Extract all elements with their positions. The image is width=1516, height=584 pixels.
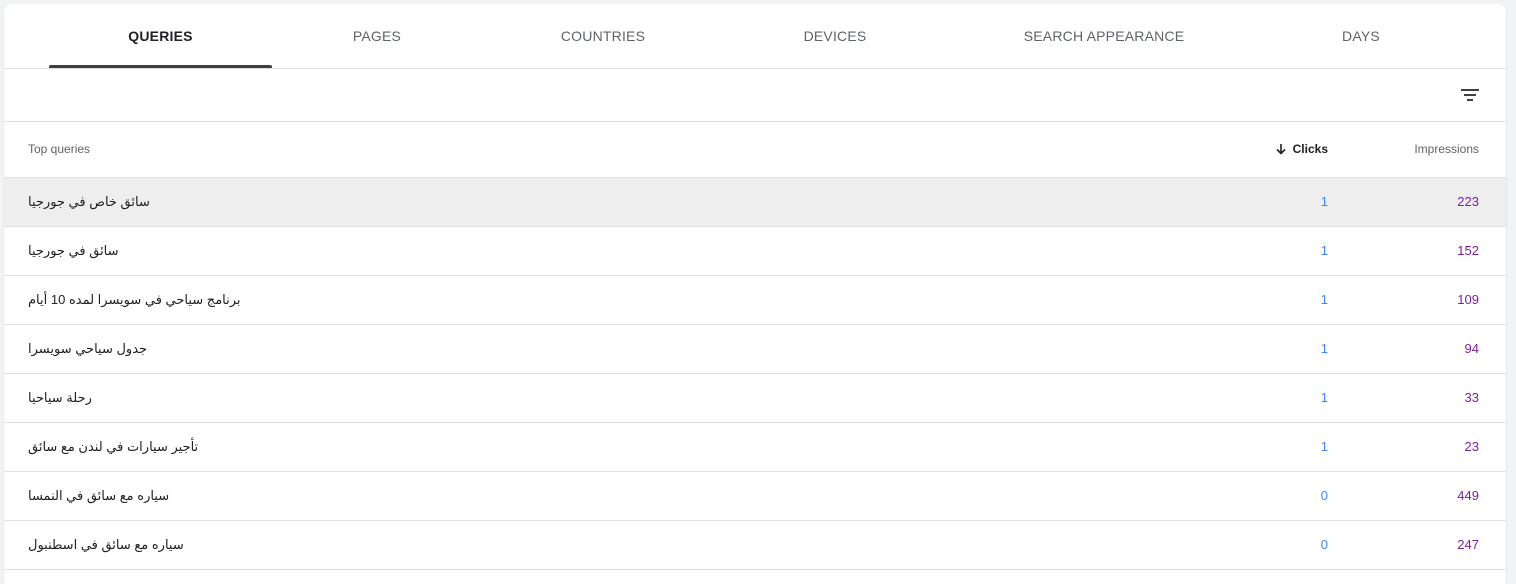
clicks-cell: 1 [1320, 341, 1328, 356]
query-table-body: سائق خاص في جورجيا 1 223 سائق في جورجيا … [4, 178, 1506, 570]
column-header-top-queries[interactable]: Top queries [28, 121, 90, 177]
tab-devices[interactable]: DEVICES [722, 4, 948, 68]
query-cell: رحلة سياحيا [28, 390, 92, 405]
query-cell: سائق خاص في جورجيا [28, 194, 150, 209]
impressions-cell: 23 [1464, 439, 1479, 454]
table-row[interactable]: سياره مع سائق في النمسا 0 449 [4, 472, 1506, 521]
impressions-cell: 449 [1457, 488, 1479, 503]
table-header: Top queries Clicks Impressions [4, 121, 1506, 178]
column-header-clicks-label: Clicks [1292, 142, 1328, 156]
impressions-cell: 152 [1457, 243, 1479, 258]
filter-button[interactable] [1454, 79, 1486, 111]
tab-days[interactable]: DAYS [1248, 4, 1474, 68]
clicks-cell: 1 [1320, 243, 1328, 258]
filter-list-icon [1461, 89, 1479, 101]
tab-search-appearance[interactable]: SEARCH APPEARANCE [974, 4, 1234, 68]
query-cell: سائق في جورجيا [28, 243, 119, 258]
active-tab-indicator [49, 65, 272, 68]
table-row[interactable]: سياره مع سائق في اسطنبول 0 247 [4, 521, 1506, 570]
impressions-cell: 223 [1457, 194, 1479, 209]
table-row[interactable]: تأجير سيارات في لندن مع سائق 1 23 [4, 423, 1506, 472]
dimension-tabs: QUERIES PAGES COUNTRIES DEVICES SEARCH A… [4, 4, 1506, 69]
table-row[interactable]: سائق في جورجيا 1 152 [4, 227, 1506, 276]
query-cell: جدول سياحي سويسرا [28, 341, 148, 356]
impressions-cell: 109 [1457, 292, 1479, 307]
query-cell: سياره مع سائق في النمسا [28, 488, 170, 503]
table-row[interactable]: رحلة سياحيا 1 33 [4, 374, 1506, 423]
clicks-cell: 1 [1320, 439, 1328, 454]
tab-queries[interactable]: QUERIES [49, 4, 272, 68]
tab-countries[interactable]: COUNTRIES [490, 4, 716, 68]
table-row[interactable]: جدول سياحي سويسرا 1 94 [4, 325, 1506, 374]
performance-card: QUERIES PAGES COUNTRIES DEVICES SEARCH A… [3, 4, 1507, 584]
impressions-cell: 94 [1464, 341, 1479, 356]
impressions-cell: 247 [1457, 537, 1479, 552]
impressions-cell: 33 [1464, 390, 1479, 405]
tab-pages[interactable]: PAGES [264, 4, 490, 68]
table-row[interactable]: سائق خاص في جورجيا 1 223 [4, 178, 1506, 227]
column-header-clicks[interactable]: Clicks [1275, 121, 1328, 177]
query-cell: برنامج سياحي في سويسرا لمده 10 أيام [28, 292, 241, 307]
clicks-cell: 1 [1320, 390, 1328, 405]
clicks-cell: 0 [1320, 537, 1328, 552]
clicks-cell: 1 [1320, 292, 1328, 307]
arrow-down-icon [1276, 144, 1286, 155]
clicks-cell: 0 [1320, 488, 1328, 503]
query-cell: تأجير سيارات في لندن مع سائق [28, 439, 199, 454]
query-cell: سياره مع سائق في اسطنبول [28, 537, 184, 552]
clicks-cell: 1 [1320, 194, 1328, 209]
column-header-impressions[interactable]: Impressions [1414, 121, 1479, 177]
table-row[interactable]: برنامج سياحي في سويسرا لمده 10 أيام 1 10… [4, 276, 1506, 325]
table-toolbar [4, 69, 1506, 122]
